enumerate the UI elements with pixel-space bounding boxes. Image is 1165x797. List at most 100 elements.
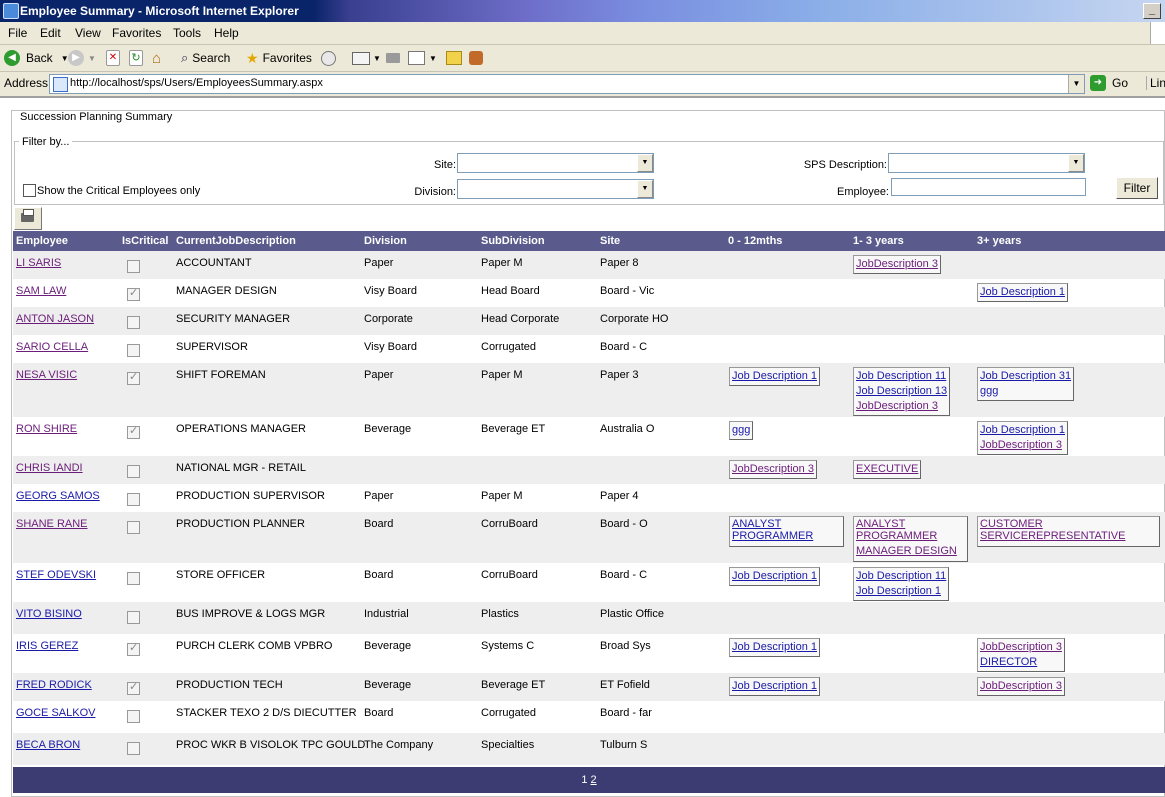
job-description-link[interactable]: Job Description 11 <box>856 369 947 384</box>
critical-only-checkbox[interactable] <box>23 184 36 197</box>
job-description-link[interactable]: Job Description 1 <box>732 369 817 384</box>
employee-link[interactable]: CHRIS IANDI <box>16 462 83 474</box>
edit-button[interactable]: ▼ <box>408 49 437 67</box>
messenger-button[interactable] <box>469 49 483 67</box>
menu-edit[interactable]: Edit <box>40 26 61 40</box>
sps-description-select[interactable]: ▼ <box>888 153 1085 173</box>
job-description-link[interactable]: DIRECTOR <box>980 655 1062 670</box>
employee-link[interactable]: VITO BISINO <box>16 608 82 620</box>
menu-favorites[interactable]: Favorites <box>112 26 161 40</box>
job-description-link[interactable]: JobDescription 3 <box>856 399 947 414</box>
col-subdivision[interactable]: SubDivision <box>481 235 545 247</box>
col-iscritical[interactable]: IsCritical <box>122 235 168 247</box>
minimize-button[interactable]: _ <box>1143 3 1161 19</box>
division-cell: Board <box>364 707 394 719</box>
menu-view[interactable]: View <box>75 26 101 40</box>
address-input[interactable]: http://localhost/sps/Users/EmployeesSumm… <box>49 74 1085 94</box>
employee-link[interactable]: STEF ODEVSKI <box>16 569 96 581</box>
stop-button[interactable]: ✕ <box>106 49 120 67</box>
current-job-cell: PRODUCTION TECH <box>176 679 283 691</box>
go-button[interactable]: ➜ Go <box>1090 75 1128 91</box>
search-button[interactable]: ⌕ Search <box>181 49 230 67</box>
job-description-link[interactable]: ANALYST PROGRAMMER <box>732 518 841 542</box>
employee-link[interactable]: FRED RODICK <box>16 679 92 691</box>
chevron-down-icon[interactable]: ▼ <box>429 54 437 63</box>
job-description-link[interactable]: ANALYST PROGRAMMER <box>856 518 965 542</box>
address-url[interactable]: http://localhost/sps/Users/EmployeesSumm… <box>70 77 323 89</box>
job-description-link[interactable]: JobDescription 3 <box>980 438 1065 453</box>
job-description-link[interactable]: Job Description 1 <box>856 584 946 599</box>
job-description-link[interactable]: Job Description 11 <box>856 569 946 584</box>
is-critical-checkbox <box>127 641 140 656</box>
chevron-down-icon[interactable]: ▼ <box>373 54 381 63</box>
job-description-link[interactable]: JobDescription 3 <box>980 679 1062 694</box>
col-division[interactable]: Division <box>364 235 407 247</box>
links-button[interactable]: Links <box>1146 76 1165 90</box>
job-description-link[interactable]: ggg <box>980 384 1071 399</box>
forward-button[interactable]: ▶ ▼ <box>68 49 96 67</box>
col-employee[interactable]: Employee <box>16 235 68 247</box>
menu-help[interactable]: Help <box>214 26 239 40</box>
col-current-job[interactable]: CurrentJobDescription <box>176 235 296 247</box>
employee-input[interactable] <box>891 178 1086 196</box>
site-cell: Tulburn S <box>600 739 648 751</box>
window-titlebar: Employee Summary - Microsoft Internet Ex… <box>0 0 1165 22</box>
chevron-down-icon[interactable]: ▼ <box>637 180 653 198</box>
col-3-plus-years[interactable]: 3+ years <box>977 235 1021 247</box>
plan-0-12-months-box: ANALYST PROGRAMMER <box>729 516 844 547</box>
col-site[interactable]: Site <box>600 235 620 247</box>
job-description-link[interactable]: JobDescription 3 <box>856 257 938 272</box>
division-select[interactable]: ▼ <box>457 179 654 199</box>
job-description-link[interactable]: Job Description 1 <box>732 679 817 694</box>
col-1-3-years[interactable]: 1- 3 years <box>853 235 904 247</box>
page-link-2[interactable]: 2 <box>591 774 597 786</box>
history-button[interactable] <box>321 49 336 67</box>
job-description-link[interactable]: Job Description 1 <box>980 285 1065 300</box>
job-description-link[interactable]: Job Description 13 <box>856 384 947 399</box>
chevron-down-icon[interactable]: ▼ <box>637 154 653 172</box>
refresh-button[interactable]: ↻ <box>129 49 143 67</box>
is-critical-checkbox <box>127 572 140 585</box>
col-0-12-months[interactable]: 0 - 12mths <box>728 235 782 247</box>
employee-link[interactable]: SHANE RANE <box>16 518 88 530</box>
job-description-link[interactable]: Job Description 1 <box>732 640 817 655</box>
employee-link[interactable]: NESA VISIC <box>16 369 77 381</box>
employee-link[interactable]: SARIO CELLA <box>16 341 88 353</box>
table-row: LI SARIS ACCOUNTANT Paper Paper M Paper 8 Job… <box>13 251 1165 279</box>
mail-button[interactable]: ▼ <box>352 49 381 67</box>
chevron-down-icon[interactable]: ▼ <box>1068 75 1084 93</box>
job-description-link[interactable]: Job Description 31 <box>980 369 1071 384</box>
job-description-link[interactable]: ggg <box>732 423 750 438</box>
print-button[interactable] <box>14 207 42 230</box>
employee-link[interactable]: SAM LAW <box>16 285 66 297</box>
chevron-down-icon[interactable]: ▼ <box>1068 154 1084 172</box>
employee-link[interactable]: LI SARIS <box>16 257 61 269</box>
menu-file[interactable]: File <box>8 26 27 40</box>
job-description-link[interactable]: Job Description 1 <box>980 423 1065 438</box>
job-description-link[interactable]: CUSTOMER SERVICEREPRESENTATIVE <box>980 518 1157 542</box>
job-description-link[interactable]: EXECUTIVE <box>856 462 918 477</box>
job-description-link[interactable]: JobDescription 3 <box>980 640 1062 655</box>
menu-tools[interactable]: Tools <box>173 26 201 40</box>
employee-link[interactable]: BECA BRON <box>16 739 80 751</box>
chevron-down-icon[interactable]: ▼ <box>88 54 96 63</box>
employee-link[interactable]: RON SHIRE <box>16 423 77 435</box>
job-description-link[interactable]: JobDescription 3 <box>732 462 814 477</box>
site-label: Site: <box>433 159 456 171</box>
is-critical-checkbox <box>127 316 140 329</box>
home-button[interactable]: ⌂ <box>152 49 161 67</box>
job-description-link[interactable]: MANAGER DESIGN <box>856 545 965 557</box>
employee-link[interactable]: GOCE SALKOV <box>16 707 95 719</box>
is-critical-checkbox <box>127 344 140 357</box>
filter-button[interactable]: Filter <box>1116 177 1158 199</box>
folder-button[interactable] <box>446 49 462 67</box>
employee-link[interactable]: IRIS GEREZ <box>16 640 78 652</box>
address-bar: Address http://localhost/sps/Users/Emplo… <box>0 72 1165 98</box>
site-select[interactable]: ▼ <box>457 153 654 173</box>
employee-link[interactable]: GEORG SAMOS <box>16 490 100 502</box>
back-button[interactable]: ◀ Back ▼ <box>4 49 69 67</box>
job-description-link[interactable]: Job Description 1 <box>732 569 817 584</box>
print-toolbar-button[interactable] <box>386 49 400 67</box>
employee-link[interactable]: ANTON JASON <box>16 313 94 325</box>
favorites-button[interactable]: ★ Favorites <box>246 49 312 67</box>
